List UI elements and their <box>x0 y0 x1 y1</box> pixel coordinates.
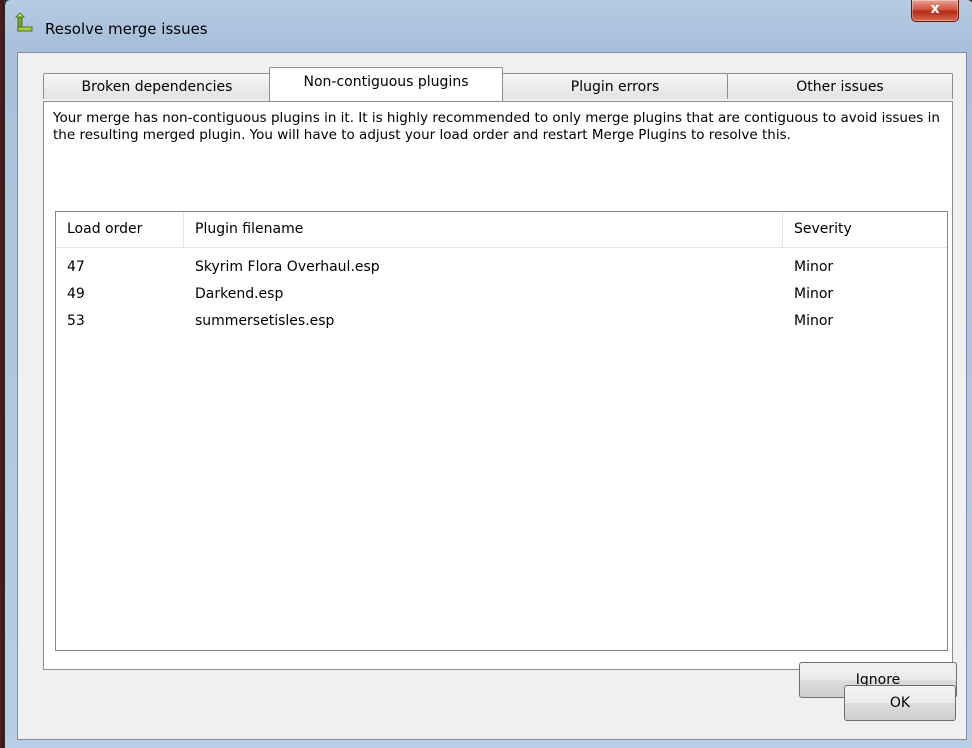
severity-cell: Minor <box>794 259 834 275</box>
merge-arrow-icon <box>15 12 35 35</box>
load-order-cell: 49 <box>67 286 85 302</box>
tab-label: Broken dependencies <box>81 79 233 95</box>
window-title: Resolve merge issues <box>45 20 208 38</box>
tab-label: Plugin errors <box>570 79 660 95</box>
ok-button-label: OK <box>889 695 911 711</box>
severity-cell: Minor <box>794 286 834 302</box>
ok-button[interactable]: OK <box>844 685 956 721</box>
close-icon: x <box>930 1 940 17</box>
load-order-cell: 53 <box>67 313 85 329</box>
load-order-cell: 47 <box>67 259 85 275</box>
column-header-plugin-filename[interactable]: Plugin filename <box>184 212 783 247</box>
filename-cell: summersetisles.esp <box>195 313 335 329</box>
description-text: Your merge has non-contiguous plugins in… <box>53 110 940 143</box>
dialog-window: Resolve merge issues x Broken dependenci… <box>4 0 972 748</box>
table-row[interactable]: 49 Darkend.esp Minor <box>56 281 947 308</box>
tab-non-contiguous-plugins[interactable]: Non-contiguous plugins <box>269 67 503 101</box>
tab-other-issues[interactable]: Other issues <box>727 73 953 99</box>
column-header-severity[interactable]: Severity <box>783 212 947 247</box>
list-header: Load order Plugin filename Severity <box>56 212 947 248</box>
filename-cell: Skyrim Flora Overhaul.esp <box>195 259 380 275</box>
close-button[interactable]: x <box>911 0 959 22</box>
plugin-list[interactable]: Load order Plugin filename Severity 47 S… <box>55 211 948 651</box>
tab-label: Other issues <box>796 79 884 95</box>
table-row[interactable]: 53 summersetisles.esp Minor <box>56 308 947 335</box>
table-row[interactable]: 47 Skyrim Flora Overhaul.esp Minor <box>56 254 947 281</box>
title-bar[interactable]: Resolve merge issues x <box>5 0 972 44</box>
column-header-load-order[interactable]: Load order <box>56 212 184 247</box>
tab-panel-non-contiguous: Your merge has non-contiguous plugins in… <box>43 101 957 698</box>
tab-broken-dependencies[interactable]: Broken dependencies <box>43 73 271 99</box>
dialog-client-area: Broken dependencies Non-contiguous plugi… <box>17 52 967 740</box>
tab-plugin-errors[interactable]: Plugin errors <box>502 73 728 99</box>
filename-cell: Darkend.esp <box>195 286 284 302</box>
severity-cell: Minor <box>794 313 834 329</box>
tab-label: Non-contiguous plugins <box>303 74 469 90</box>
